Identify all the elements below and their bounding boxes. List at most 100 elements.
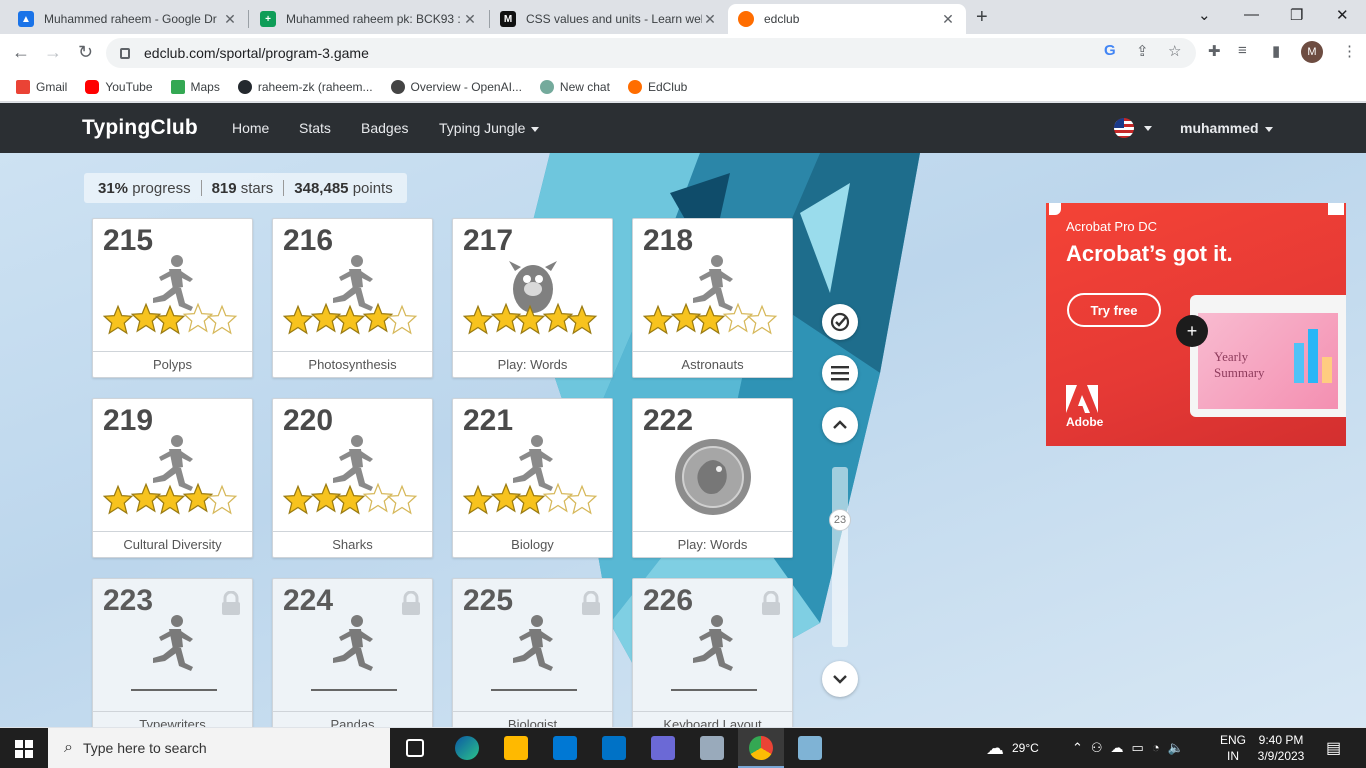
browser-tab[interactable]: ▲ Muhammed raheem - Google Dr ✕ <box>8 4 248 34</box>
bookmark-star-icon[interactable]: ☆ <box>1168 42 1181 60</box>
mail-icon[interactable] <box>602 736 626 760</box>
filled-star-icon <box>542 302 574 333</box>
notification-icon[interactable]: ▤ <box>1326 728 1341 768</box>
bookmark-new-chat[interactable]: New chat <box>539 79 610 94</box>
filled-star-icon <box>154 484 186 515</box>
restore-button[interactable]: ❐ <box>1290 6 1303 24</box>
user-menu[interactable]: muhammed <box>1180 120 1273 136</box>
close-tab-icon[interactable]: ✕ <box>462 11 478 28</box>
nav-home[interactable]: Home <box>232 120 269 136</box>
extensions-icon[interactable]: ✚ <box>1208 42 1221 60</box>
points-label: points <box>352 179 393 197</box>
chrome-taskbar-button[interactable] <box>738 728 784 768</box>
virtualbox-icon[interactable] <box>700 736 724 760</box>
lesson-card-225[interactable]: 225 Biologist <box>452 578 613 727</box>
forward-button[interactable]: → <box>44 42 62 63</box>
app-icon[interactable] <box>798 736 822 760</box>
adobe-logo-icon <box>1066 385 1098 413</box>
profile-avatar[interactable]: M <box>1301 41 1323 63</box>
nav-stats[interactable]: Stats <box>299 120 331 136</box>
clock[interactable]: 9:40 PM 3/9/2023 <box>1256 728 1306 768</box>
plus-icon: + <box>1176 315 1208 347</box>
menu-button[interactable] <box>822 355 858 391</box>
lesson-card-219[interactable]: 219 Cultural Diversity <box>92 398 253 558</box>
tab-title: Muhammed raheem - Google Dr <box>44 12 217 26</box>
lesson-title: Keyboard Layout <box>633 711 792 727</box>
language-indicator[interactable]: ENG IN <box>1220 728 1246 768</box>
tab-search-icon[interactable]: ⌄ <box>1198 6 1211 24</box>
system-tray-icons[interactable]: ⌃⚇☁▭◔🔈 <box>1072 728 1192 768</box>
lesson-card-220[interactable]: 220 Sharks <box>272 398 433 558</box>
filled-star-icon <box>310 302 342 333</box>
store-icon[interactable] <box>553 736 577 760</box>
address-bar[interactable]: edclub.com/sportal/program-3.game <box>106 38 1196 68</box>
brand-logo[interactable]: TypingClub <box>82 116 198 140</box>
file-explorer-icon[interactable] <box>504 736 528 760</box>
side-panel-icon[interactable]: ▮ <box>1272 42 1280 60</box>
browser-tab[interactable]: M CSS values and units - Learn web ✕ <box>490 4 728 34</box>
lesson-title: Sharks <box>273 531 432 559</box>
typingclub-page: TypingClub Home Stats Badges Typing Jung… <box>0 103 1366 727</box>
runner-icon <box>323 613 383 677</box>
filled-star-icon <box>334 484 366 515</box>
lesson-card-226[interactable]: 226 Keyboard Layout <box>632 578 793 727</box>
github-icon <box>237 79 252 94</box>
weather-widget[interactable]: ☁ 29°C <box>986 728 1039 768</box>
close-tab-icon[interactable]: ✕ <box>702 11 718 28</box>
check-progress-button[interactable] <box>822 304 858 340</box>
filled-star-icon <box>642 304 674 335</box>
lesson-card-221[interactable]: 221 Biology <box>452 398 613 558</box>
ad-info-icon[interactable] <box>1049 203 1061 215</box>
chevron-down-icon <box>531 126 540 132</box>
bookmark-gmail[interactable]: Gmail <box>16 79 67 94</box>
lesson-card-215[interactable]: 215 Polyps <box>92 218 253 378</box>
clock-time: 9:40 PM <box>1258 733 1304 747</box>
page-scroll-track[interactable] <box>832 467 848 647</box>
new-tab-button[interactable]: + <box>976 6 988 29</box>
language-dropdown-icon[interactable] <box>1144 126 1152 131</box>
browser-tab-active[interactable]: edclub ✕ <box>728 4 966 34</box>
bookmark-edclub[interactable]: EdClub <box>627 79 687 94</box>
us-flag-icon[interactable] <box>1114 118 1134 138</box>
media-icon[interactable]: ≡ <box>1238 42 1247 59</box>
lesson-card-218[interactable]: 218 Astronauts <box>632 218 793 378</box>
app-icon[interactable] <box>651 736 675 760</box>
bookmark-openai[interactable]: Overview - OpenAI... <box>390 79 522 94</box>
browser-tab[interactable]: + Muhammed raheem pk: BCK93 : ✕ <box>250 4 488 34</box>
nav-typing-jungle[interactable]: Typing Jungle <box>439 120 540 136</box>
close-tab-icon[interactable]: ✕ <box>940 11 956 28</box>
minimize-button[interactable]: — <box>1244 6 1259 23</box>
menu-icon[interactable]: ⋮ <box>1342 42 1357 60</box>
nav-badges[interactable]: Badges <box>361 120 408 136</box>
bookmark-maps[interactable]: Maps <box>170 79 220 94</box>
lesson-card-216[interactable]: 216 Photosynthesis <box>272 218 433 378</box>
back-button[interactable]: ← <box>12 42 30 63</box>
filled-star-icon <box>282 484 314 515</box>
lesson-card-224[interactable]: 224 Pandas <box>272 578 433 727</box>
google-icon[interactable]: G <box>1104 42 1116 59</box>
share-icon[interactable]: ⇪ <box>1136 42 1149 60</box>
ad-try-free-button[interactable]: Try free <box>1067 293 1161 327</box>
task-view-icon[interactable] <box>406 739 424 757</box>
adchoices-icon[interactable] <box>1328 203 1344 215</box>
bookmark-github[interactable]: raheem-zk (raheem... <box>237 79 373 94</box>
empty-star-icon <box>362 482 394 513</box>
search-icon: ⌕ <box>64 739 73 756</box>
close-window-button[interactable]: ✕ <box>1336 6 1349 24</box>
username: muhammed <box>1180 120 1259 136</box>
taskbar-search[interactable]: ⌕ Type here to search <box>48 728 390 768</box>
scroll-up-button[interactable] <box>822 407 858 443</box>
lesson-card-223[interactable]: 223 Typewriters <box>92 578 253 727</box>
bookmark-label: raheem-zk (raheem... <box>257 79 373 94</box>
bookmark-youtube[interactable]: YouTube <box>85 79 153 94</box>
acrobat-ad[interactable]: Acrobat Pro DC Acrobat’s got it. Try fre… <box>1046 203 1346 446</box>
page-scroll-thumb[interactable]: 23 <box>829 509 851 531</box>
edge-icon[interactable] <box>455 736 479 760</box>
close-tab-icon[interactable]: ✕ <box>222 11 238 28</box>
lesson-card-222[interactable]: 222 Play: Words <box>632 398 793 558</box>
windows-start-icon[interactable] <box>15 740 33 758</box>
empty-star-icon <box>386 304 418 335</box>
reload-button[interactable]: ↻ <box>78 42 93 63</box>
lesson-card-217[interactable]: 217 Play: Words <box>452 218 613 378</box>
scroll-down-button[interactable] <box>822 661 858 697</box>
